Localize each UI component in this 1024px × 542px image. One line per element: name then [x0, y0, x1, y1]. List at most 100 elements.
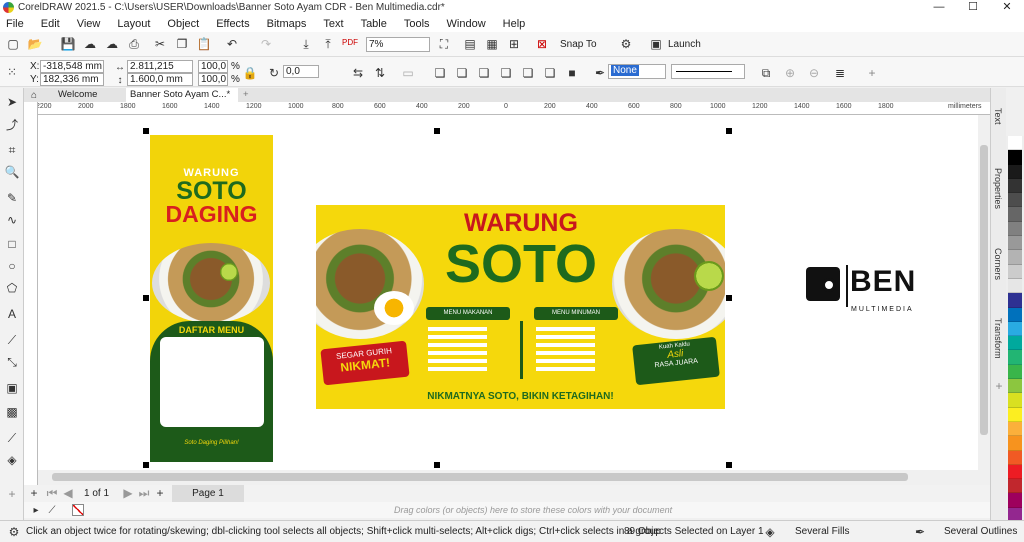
selection-handle[interactable] [143, 295, 149, 301]
color-swatch[interactable] [1008, 293, 1022, 308]
color-swatch[interactable] [1008, 264, 1022, 279]
menu-tools[interactable]: Tools [404, 18, 430, 30]
page-1-tab[interactable]: Page 1 [172, 485, 244, 502]
add-tab-button[interactable]: + [239, 88, 249, 102]
outline-pen-icon[interactable]: ✒ [592, 65, 608, 81]
add-page-icon[interactable]: + [26, 485, 42, 501]
eyedropper-small-icon[interactable]: ⟋ [44, 502, 60, 518]
color-swatch[interactable] [1008, 307, 1022, 322]
vertical-banner[interactable]: WARUNG SOTO DAGING DAFTAR MENU Soto Dagi… [150, 135, 273, 462]
weld-icon[interactable]: ❏ [432, 65, 448, 81]
interactive-fill-icon[interactable]: ◈ [4, 452, 20, 468]
vertical-scrollbar[interactable] [978, 115, 990, 470]
vertical-scroll-thumb[interactable] [980, 145, 988, 435]
artistic-media-icon[interactable]: ∿ [4, 212, 20, 228]
docker-tab-properties[interactable]: Properties [993, 168, 1003, 209]
color-swatch[interactable] [1008, 278, 1022, 294]
paste-icon[interactable]: 📋 [196, 36, 212, 52]
minimize-button[interactable]: — [922, 0, 956, 15]
color-swatch[interactable] [1008, 421, 1022, 437]
horizontal-scroll-thumb[interactable] [52, 473, 908, 481]
freehand-tool-icon[interactable]: ✎ [4, 190, 20, 206]
snap-off-icon[interactable]: ⊠ [534, 36, 550, 52]
color-swatch[interactable] [1008, 193, 1022, 208]
align-distribute-icon[interactable]: ≣ [832, 65, 848, 81]
add-docker-icon[interactable]: + [991, 378, 1007, 394]
status-settings-gear-icon[interactable]: ⚙ [6, 524, 22, 540]
selection-handle[interactable] [434, 462, 440, 468]
add-tool-icon[interactable]: + [4, 486, 20, 502]
trim-icon[interactable]: ❏ [454, 65, 470, 81]
drop-shadow-icon[interactable]: ▣ [4, 380, 20, 396]
next-page-icon[interactable]: ▶ [120, 485, 136, 501]
show-guidelines-icon[interactable]: ⊞ [506, 36, 522, 52]
lock-ratio-icon[interactable]: 🔒 [242, 65, 258, 81]
color-swatch[interactable] [1008, 136, 1022, 151]
mirror-horizontal-icon[interactable]: ⇆ [350, 65, 366, 81]
to-front-icon[interactable]: ▭ [400, 65, 416, 81]
launch-dropdown[interactable]: Launch [668, 39, 701, 50]
color-swatch[interactable] [1008, 164, 1022, 179]
transparency-icon[interactable]: ▩ [4, 404, 20, 420]
x-position-field[interactable]: -318,548 mm [40, 60, 104, 73]
color-swatch[interactable] [1008, 407, 1022, 422]
color-swatch[interactable] [1008, 321, 1022, 337]
previous-page-icon[interactable]: ◀ [60, 485, 76, 501]
crop-tool-icon[interactable]: ⌗ [4, 142, 20, 158]
connector-tool-icon[interactable]: ⤡ [4, 354, 20, 370]
tab-banner-document[interactable]: Banner Soto Ayam C...* [126, 88, 238, 102]
color-swatch[interactable] [1008, 178, 1022, 194]
docker-tab-transform[interactable]: Transform [993, 318, 1003, 359]
polygon-tool-icon[interactable]: ⬠ [4, 280, 20, 296]
line-style-dropdown[interactable] [671, 64, 745, 79]
fill-bucket-icon[interactable]: ◈ [762, 524, 778, 540]
menu-help[interactable]: Help [503, 18, 526, 30]
menu-effects[interactable]: Effects [216, 18, 249, 30]
color-swatch[interactable] [1008, 479, 1022, 494]
menu-file[interactable]: File [6, 18, 24, 30]
print-icon[interactable]: ⎙ [126, 36, 142, 52]
horizontal-banner[interactable]: WARUNG SOTO MENU MAKANAN MENU MINUMAN SE… [316, 205, 725, 409]
menu-text[interactable]: Text [323, 18, 343, 30]
color-swatch[interactable] [1008, 379, 1022, 394]
shape-tool-icon[interactable]: ⤴ [4, 116, 20, 132]
color-swatch[interactable] [1008, 393, 1022, 408]
zoom-level-field[interactable]: 7% [366, 37, 430, 52]
color-swatch[interactable] [1008, 350, 1022, 365]
show-rulers-icon[interactable]: ▤ [462, 36, 478, 52]
cloud-upload-icon[interactable]: ☁ [82, 36, 98, 52]
last-page-icon[interactable]: ⏭ [136, 485, 152, 501]
color-swatch[interactable] [1008, 250, 1022, 265]
open-folder-icon[interactable]: 📂 [27, 36, 43, 52]
selection-handle[interactable] [143, 128, 149, 134]
selection-handle[interactable] [726, 128, 732, 134]
snap-to-dropdown[interactable]: Snap To [560, 39, 597, 50]
color-swatch[interactable] [1008, 436, 1022, 451]
selection-handle[interactable] [434, 128, 440, 134]
wrap-text-icon[interactable]: ⧉ [758, 65, 774, 81]
menu-object[interactable]: Object [167, 18, 199, 30]
add-page-after-icon[interactable]: + [152, 485, 168, 501]
cut-icon[interactable]: ✂ [152, 36, 168, 52]
horizontal-scrollbar[interactable] [38, 470, 978, 484]
no-color-swatch[interactable] [72, 504, 84, 516]
publish-pdf-button[interactable]: PDF [342, 38, 358, 47]
color-swatch[interactable] [1008, 221, 1022, 237]
eyedropper-icon[interactable]: ⟋ [4, 430, 20, 446]
horizontal-ruler[interactable]: 2200 2000 1800 1600 1400 1200 1000 800 6… [38, 102, 990, 115]
rotation-angle-field[interactable]: 0,0 [283, 65, 319, 78]
menu-view[interactable]: View [77, 18, 101, 30]
maximize-button[interactable]: ☐ [956, 0, 990, 15]
menu-window[interactable]: Window [447, 18, 486, 30]
align-icon[interactable]: ⊖ [806, 65, 822, 81]
scale-y-field[interactable]: 100,0 [198, 73, 228, 86]
outline-width-dropdown[interactable]: None [608, 64, 666, 79]
parallel-dimension-icon[interactable]: ⟋ [4, 332, 20, 348]
docker-tab-text[interactable]: Text [993, 108, 1003, 125]
import-icon[interactable]: ⤓ [298, 36, 314, 52]
show-grid-icon[interactable]: ▦ [484, 36, 500, 52]
zoom-tool-icon[interactable]: 🔍 [4, 164, 20, 180]
options-gear-icon[interactable]: ⚙ [618, 36, 634, 52]
outline-pen-status-icon[interactable]: ✒ [912, 524, 928, 540]
create-boundary-icon[interactable]: ■ [564, 65, 580, 81]
